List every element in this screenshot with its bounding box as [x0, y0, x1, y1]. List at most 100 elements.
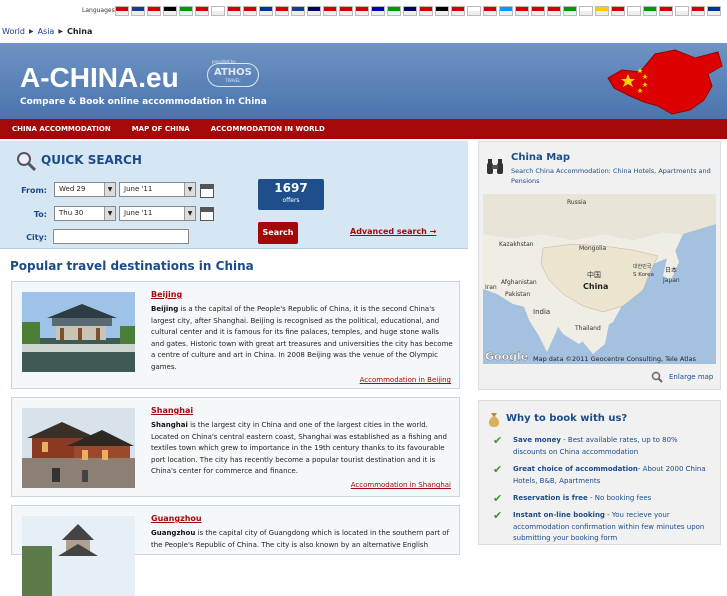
- language-flag-icon[interactable]: [275, 6, 289, 16]
- destination-text: is the largest city in China and one of …: [151, 421, 447, 475]
- destination-bold: Shanghai: [151, 421, 188, 429]
- language-flag-icon[interactable]: [131, 6, 145, 16]
- language-flag-icon[interactable]: [227, 6, 241, 16]
- to-month-select[interactable]: June '11 ▼: [119, 206, 196, 221]
- language-flag-icon[interactable]: [499, 6, 513, 16]
- advanced-search-link[interactable]: Advanced search →: [350, 227, 436, 236]
- map-title[interactable]: China Map: [511, 152, 570, 163]
- language-flag-icon[interactable]: [339, 6, 353, 16]
- language-flag-icon[interactable]: [323, 6, 337, 16]
- calendar-icon[interactable]: [200, 207, 214, 221]
- language-flag-icon[interactable]: [467, 6, 481, 16]
- from-month-select[interactable]: June '11 ▼: [119, 182, 196, 197]
- reason-bold: Reservation is free: [513, 494, 588, 502]
- destination-description: Shanghai is the largest city in China an…: [151, 420, 454, 478]
- language-flag-icon[interactable]: [707, 6, 721, 16]
- to-day-value: Thu 30: [59, 209, 84, 217]
- from-month-value: June '11: [124, 185, 153, 193]
- languages-label: Languages:: [82, 7, 117, 14]
- language-flag-icon[interactable]: [659, 6, 673, 16]
- language-flag-icon[interactable]: [179, 6, 193, 16]
- calendar-icon[interactable]: [200, 184, 214, 198]
- map-label: S Korea: [633, 272, 654, 278]
- language-flag-icon[interactable]: [387, 6, 401, 16]
- checkmark-icon: ✔: [493, 509, 503, 522]
- athos-logo[interactable]: provided by ATHOS TRAVEL: [207, 59, 259, 87]
- reason-item: ✔ Instant on-line booking - You recieve y…: [493, 510, 713, 545]
- language-flag-icon[interactable]: [163, 6, 177, 16]
- destination-name[interactable]: Shanghai: [151, 406, 193, 415]
- athos-provided-by: provided by: [212, 59, 236, 64]
- language-flag-icon[interactable]: [435, 6, 449, 16]
- site-logo[interactable]: A-CHINA.eu: [20, 62, 179, 94]
- accommodation-link[interactable]: Accommodation in Shanghai: [351, 481, 451, 489]
- map-label: Iran: [485, 284, 497, 291]
- nav-map-of-china[interactable]: MAP OF CHINA: [120, 119, 199, 139]
- from-day-select[interactable]: Wed 29 ▼: [54, 182, 116, 197]
- language-flag-icon[interactable]: [147, 6, 161, 16]
- language-flag-icon[interactable]: [355, 6, 369, 16]
- language-flag-icon[interactable]: [307, 6, 321, 16]
- magnifier-icon: [17, 152, 37, 172]
- logo-suffix: .eu: [138, 62, 179, 93]
- language-flag-icon[interactable]: [259, 6, 273, 16]
- language-flag-icon[interactable]: [515, 6, 529, 16]
- nav-china-accommodation[interactable]: CHINA ACCOMMODATION: [0, 119, 120, 139]
- popular-destinations-title: Popular travel destinations in China: [10, 259, 254, 273]
- map-label: India: [533, 308, 550, 316]
- map-subtitle: Search China Accommodation: China Hotels…: [511, 167, 711, 185]
- google-map[interactable]: Russia Kazakhstan Mongolia 中国 China 대한민국…: [483, 194, 716, 364]
- language-flag-icon[interactable]: [547, 6, 561, 16]
- money-bag-icon: [488, 413, 500, 427]
- language-bar: Languages:: [0, 0, 727, 22]
- accommodation-link[interactable]: Accommodation in Beijing: [360, 376, 451, 384]
- offers-label: offers: [282, 197, 300, 204]
- destination-description: Beijing is a the capital of the People's…: [151, 304, 454, 373]
- language-flag-icon[interactable]: [403, 6, 417, 16]
- main-nav: CHINA ACCOMMODATION MAP OF CHINA ACCOMMO…: [0, 119, 727, 139]
- city-input[interactable]: [53, 229, 189, 244]
- map-label: Kazakhstan: [499, 241, 534, 248]
- language-flag-icon[interactable]: [483, 6, 497, 16]
- language-flag-icon[interactable]: [115, 6, 129, 16]
- language-flag-icon[interactable]: [563, 6, 577, 16]
- language-flag-icon[interactable]: [611, 6, 625, 16]
- why-book-panel: Why to book with us? ✔ Save money - Best …: [478, 400, 721, 545]
- binoculars-icon: [487, 159, 503, 174]
- destination-text: is the capital city of Guangdong which i…: [151, 529, 449, 549]
- nav-accommodation-in-world[interactable]: ACCOMMODATION IN WORLD: [199, 119, 334, 139]
- language-flag-icon[interactable]: [211, 6, 225, 16]
- destination-name[interactable]: Beijing: [151, 290, 182, 299]
- language-flag-icon[interactable]: [451, 6, 465, 16]
- destination-card-guangzhou: Guangzhou Guangzhou is the capital city …: [11, 505, 460, 596]
- language-flag-icon[interactable]: [691, 6, 705, 16]
- language-flag-icon[interactable]: [291, 6, 305, 16]
- map-label: Japan: [662, 277, 680, 284]
- language-flag-icon[interactable]: [595, 6, 609, 16]
- destination-name[interactable]: Guangzhou: [151, 514, 202, 523]
- language-flag-icon[interactable]: [579, 6, 593, 16]
- to-day-select[interactable]: Thu 30 ▼: [54, 206, 116, 221]
- language-flag-icon[interactable]: [675, 6, 689, 16]
- language-flag-icon[interactable]: [243, 6, 257, 16]
- breadcrumb-world-link[interactable]: World: [2, 27, 25, 36]
- map-label: 日本: [665, 266, 677, 274]
- checkmark-icon: ✔: [493, 492, 503, 505]
- language-flag-icon[interactable]: [371, 6, 385, 16]
- why-title: Why to book with us?: [506, 413, 628, 424]
- header-tagline: Compare & Book online accommodation in C…: [20, 97, 267, 107]
- offers-badge: 1697 offers: [258, 179, 324, 210]
- zoom-icon: [651, 371, 663, 385]
- reason-item: ✔ Save money - Best available rates, up t…: [493, 435, 713, 458]
- language-flag-icon[interactable]: [419, 6, 433, 16]
- enlarge-map-link[interactable]: Enlarge map: [669, 373, 713, 381]
- language-flag-icon[interactable]: [643, 6, 657, 16]
- search-button[interactable]: Search: [258, 222, 298, 244]
- chevron-right-icon: ▶: [28, 28, 34, 35]
- language-flag-icon[interactable]: [627, 6, 641, 16]
- map-copyright: Map data ©2011 Geocentre Consulting, Tel…: [533, 355, 697, 363]
- language-flag-icon[interactable]: [195, 6, 209, 16]
- language-flag-icon[interactable]: [531, 6, 545, 16]
- breadcrumb-asia-link[interactable]: Asia: [38, 27, 55, 36]
- quick-search-title: QUICK SEARCH: [41, 153, 142, 167]
